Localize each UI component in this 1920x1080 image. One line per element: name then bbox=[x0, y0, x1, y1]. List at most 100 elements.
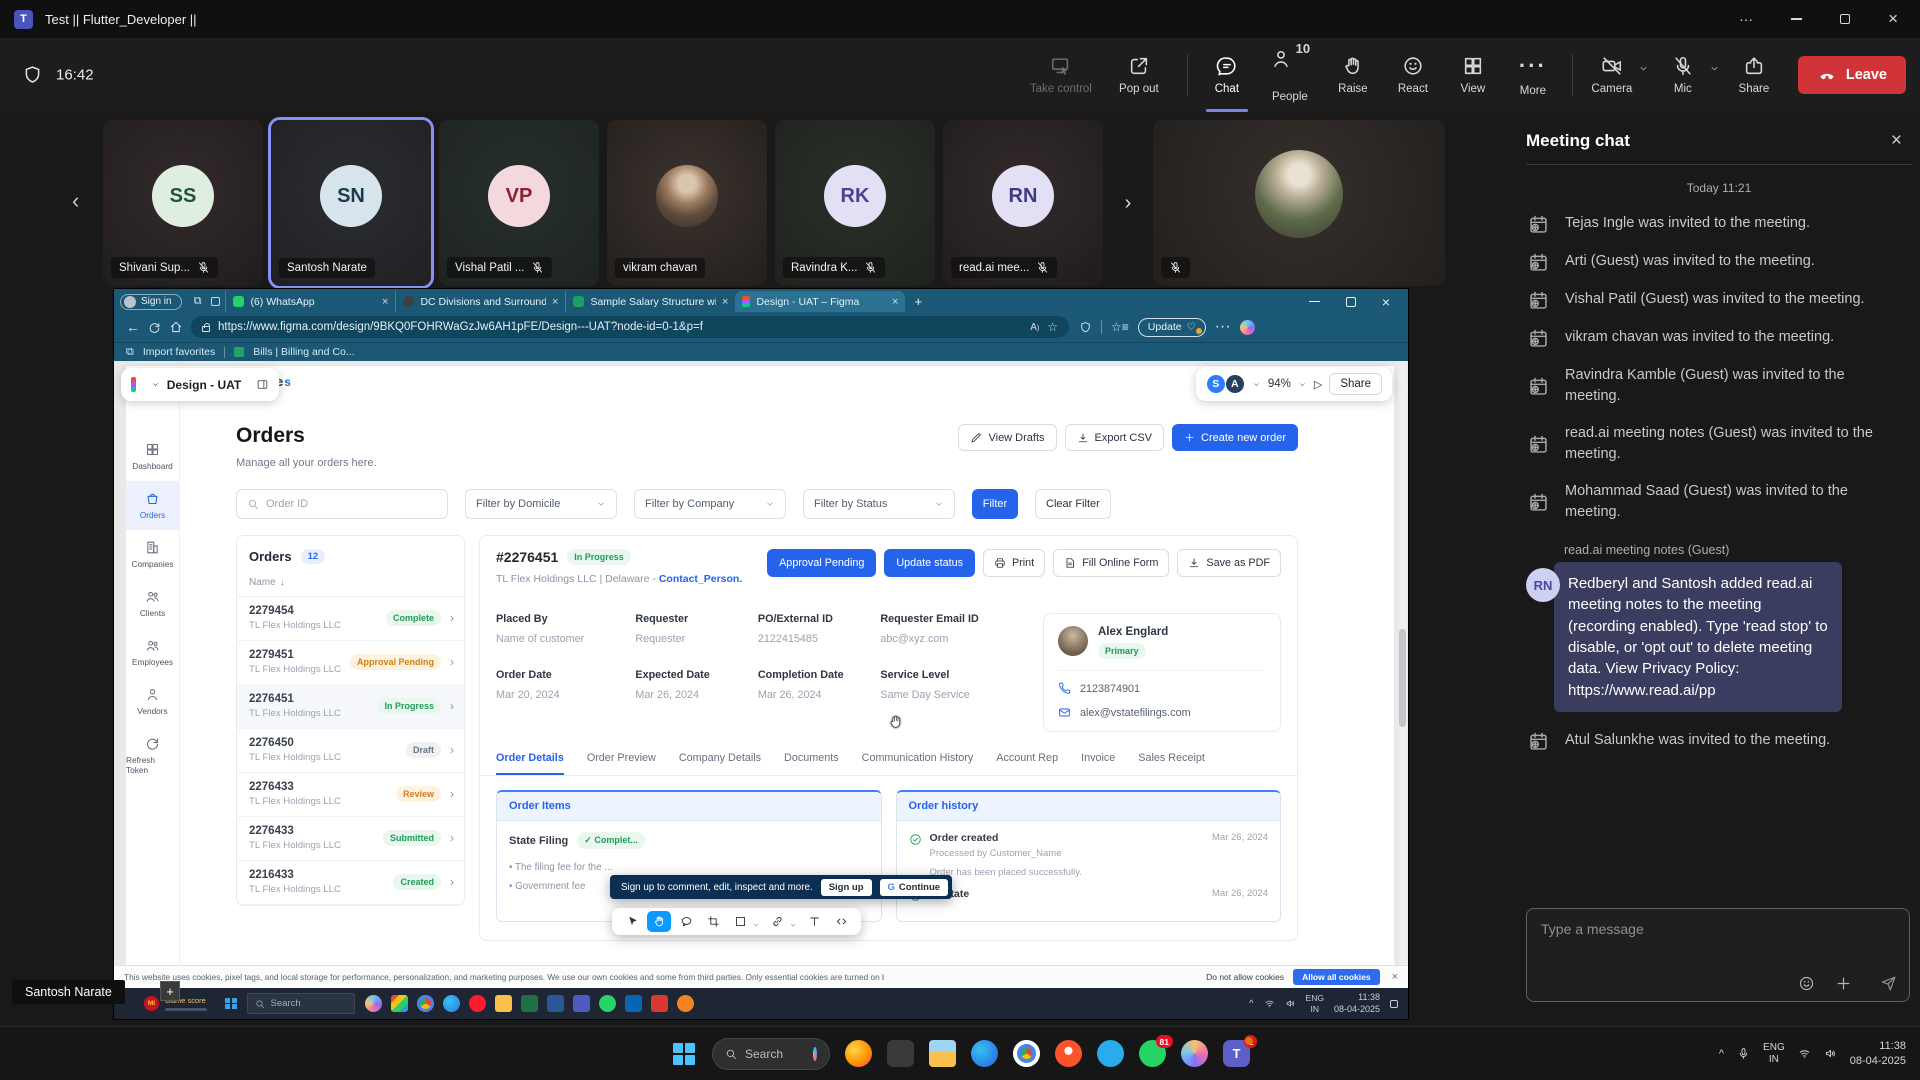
browser-tab-active[interactable]: Design - UAT – Figma× bbox=[735, 291, 905, 312]
contact-person-link[interactable]: Contact_Person. bbox=[659, 573, 742, 585]
tab-account-rep[interactable]: Account Rep bbox=[996, 744, 1058, 775]
browser-more-icon[interactable]: ··· bbox=[1215, 318, 1231, 336]
window-more-icon[interactable]: ··· bbox=[1739, 11, 1753, 27]
browser-tab[interactable]: DC Divisions and Surroundings× bbox=[395, 291, 565, 312]
settings-icon[interactable] bbox=[887, 1040, 914, 1067]
browser-essentials-icon[interactable] bbox=[1079, 321, 1092, 334]
tab-close-icon[interactable]: × bbox=[552, 296, 558, 308]
create-new-order-button[interactable]: Create new order bbox=[1172, 424, 1298, 451]
figma-share-button[interactable]: Share bbox=[1329, 373, 1382, 395]
tab-close-icon[interactable]: × bbox=[892, 296, 898, 308]
sidebar-item-employees[interactable]: Employees bbox=[126, 628, 179, 677]
brave-icon[interactable] bbox=[1055, 1040, 1082, 1067]
message-compose-box[interactable] bbox=[1526, 908, 1910, 1002]
telegram-icon[interactable] bbox=[1097, 1040, 1124, 1067]
new-tab-icon[interactable]: + bbox=[914, 294, 922, 309]
shared-clock[interactable]: 11:3808-04-2025 bbox=[1334, 992, 1380, 1015]
shared-search-box[interactable] bbox=[247, 993, 355, 1014]
notification-center-icon[interactable] bbox=[1390, 1000, 1398, 1008]
sidebar-item-clients[interactable]: Clients bbox=[126, 579, 179, 628]
chevron-down-icon[interactable] bbox=[752, 921, 760, 929]
raise-button[interactable]: Raise bbox=[1323, 38, 1383, 112]
chevron-down-icon[interactable] bbox=[1298, 380, 1307, 389]
tab-order-details[interactable]: Order Details bbox=[496, 744, 564, 775]
decline-cookies-button[interactable]: Do not allow cookies bbox=[1206, 972, 1284, 982]
figma-file-menu[interactable]: Design - UAT bbox=[121, 368, 279, 401]
save-as-pdf-button[interactable]: Save as PDF bbox=[1177, 549, 1281, 577]
order-row-selected[interactable]: 2276451TL Flex Holdings LLC In Progress … bbox=[237, 685, 464, 729]
filter-domicile-dropdown[interactable]: Filter by Domicile bbox=[465, 489, 617, 519]
participant-tile[interactable]: SS Shivani Sup... bbox=[103, 120, 263, 286]
sidebar-item-orders[interactable]: Orders bbox=[126, 481, 179, 530]
order-row[interactable]: 2276433TL Flex Holdings LLC Review › bbox=[237, 773, 464, 817]
attach-plus-icon[interactable] bbox=[1835, 975, 1852, 992]
scroll-right-icon[interactable]: › bbox=[1111, 120, 1145, 286]
tab-order-preview[interactable]: Order Preview bbox=[587, 744, 656, 775]
comment-tool-icon[interactable] bbox=[674, 911, 698, 932]
chrome-icon[interactable] bbox=[417, 995, 434, 1012]
text-tool-icon[interactable] bbox=[802, 911, 826, 932]
wifi-icon[interactable] bbox=[1798, 1047, 1811, 1060]
teams-icon[interactable]: T1 bbox=[1223, 1040, 1250, 1067]
file-explorer-icon[interactable] bbox=[495, 995, 512, 1012]
volume-icon[interactable] bbox=[1285, 998, 1296, 1009]
chat-close-icon[interactable]: × bbox=[1885, 130, 1908, 152]
chat-button[interactable]: Chat bbox=[1197, 38, 1257, 112]
sign-up-button[interactable]: Sign up bbox=[821, 879, 872, 896]
tab-close-icon[interactable]: × bbox=[722, 296, 728, 308]
favorites-list-icon[interactable]: ☆≡ bbox=[1111, 320, 1129, 334]
accept-cookies-button[interactable]: Allow all cookies bbox=[1293, 969, 1380, 985]
pop-out-button[interactable]: Pop out bbox=[1100, 38, 1178, 112]
participant-video-tile[interactable] bbox=[1153, 120, 1445, 286]
frame-tool-icon[interactable] bbox=[701, 911, 725, 932]
read-aloud-icon[interactable]: A) bbox=[1030, 322, 1039, 333]
order-row[interactable]: 2276450TL Flex Holdings LLC Draft › bbox=[237, 729, 464, 773]
window-close-icon[interactable]: × bbox=[1888, 9, 1898, 29]
order-row[interactable]: 2279451TL Flex Holdings LLC Approval Pen… bbox=[237, 641, 464, 685]
leave-button[interactable]: Leave bbox=[1798, 56, 1906, 94]
browser-profile-button[interactable]: Sign in bbox=[120, 294, 182, 310]
chrome-profile-icon[interactable] bbox=[1181, 1040, 1208, 1067]
tab-company-details[interactable]: Company Details bbox=[679, 744, 761, 775]
whatsapp-icon[interactable]: 81 bbox=[1139, 1040, 1166, 1067]
favorite-star-icon[interactable]: ☆ bbox=[1047, 320, 1058, 334]
edge-icon[interactable] bbox=[443, 995, 460, 1012]
teams-icon[interactable] bbox=[573, 995, 590, 1012]
window-minimize-icon[interactable] bbox=[1791, 18, 1802, 20]
collaborator-avatar[interactable]: A bbox=[1225, 374, 1245, 394]
dev-mode-icon[interactable] bbox=[829, 911, 853, 932]
order-row[interactable]: 2276433TL Flex Holdings LLC Submitted › bbox=[237, 817, 464, 861]
wifi-icon[interactable] bbox=[1264, 998, 1275, 1009]
browser-tab[interactable]: (6) WhatsApp× bbox=[225, 291, 395, 312]
mic-tray-icon[interactable] bbox=[1737, 1047, 1750, 1060]
connector-tool-icon[interactable] bbox=[765, 911, 789, 932]
word-icon[interactable] bbox=[547, 995, 564, 1012]
bookmark-item[interactable]: Bills | Billing and Co... bbox=[253, 346, 354, 358]
view-button[interactable]: View bbox=[1443, 38, 1503, 112]
system-clock[interactable]: 11:3808-04-2025 bbox=[1850, 1039, 1906, 1068]
browser-scrollbar[interactable] bbox=[1399, 361, 1407, 988]
opera-icon[interactable] bbox=[469, 995, 486, 1012]
chrome-icon[interactable] bbox=[1013, 1040, 1040, 1067]
more-button[interactable]: ··· More bbox=[1503, 38, 1563, 112]
clear-filter-button[interactable]: Clear Filter bbox=[1035, 489, 1111, 519]
browser-close-icon[interactable]: × bbox=[1382, 294, 1390, 310]
browser-tab[interactable]: Sample Salary Structure with calc× bbox=[565, 291, 735, 312]
language-indicator[interactable]: ENGIN bbox=[1306, 993, 1324, 1013]
google-continue-button[interactable]: GContinue bbox=[880, 879, 949, 896]
order-id-search[interactable] bbox=[236, 489, 448, 519]
message-input[interactable] bbox=[1541, 921, 1895, 937]
window-maximize-icon[interactable] bbox=[1840, 14, 1850, 24]
present-icon[interactable]: ▷ bbox=[1314, 378, 1322, 391]
filter-company-dropdown[interactable]: Filter by Company bbox=[634, 489, 786, 519]
order-row[interactable]: 2279454TL Flex Holdings LLC Complete › bbox=[237, 597, 464, 641]
participant-tile[interactable]: RK Ravindra K... bbox=[775, 120, 935, 286]
refresh-icon[interactable] bbox=[148, 321, 161, 334]
outlook-icon[interactable] bbox=[625, 995, 642, 1012]
url-text[interactable]: https://www.figma.com/design/9BKQ0FOHRWa… bbox=[218, 321, 1022, 333]
start-button-icon[interactable] bbox=[670, 1040, 697, 1067]
print-button[interactable]: Print bbox=[983, 549, 1045, 577]
tab-actions-icon[interactable] bbox=[211, 297, 220, 306]
filter-status-dropdown[interactable]: Filter by Status bbox=[803, 489, 955, 519]
sort-desc-icon[interactable]: ↓ bbox=[280, 577, 285, 588]
